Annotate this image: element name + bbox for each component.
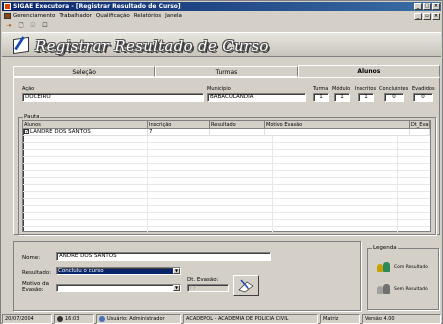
status-time-panel: 16:03 bbox=[54, 314, 94, 324]
turma-label: Turma bbox=[313, 86, 329, 92]
mdi-controls: _ ▫ × bbox=[414, 13, 440, 20]
resultado-label: Resultado: bbox=[22, 270, 52, 276]
menu-bar: Gerenciamento Trabalhador Qualificação R… bbox=[2, 12, 441, 20]
legend-sem-resultado: Sem Resultado bbox=[377, 284, 428, 295]
grid-header: Alunos Inscrição Resultado Motivo Evasão… bbox=[23, 121, 430, 129]
minimize-button[interactable]: _ bbox=[414, 3, 422, 10]
new-document-icon[interactable]: 🗋 bbox=[17, 22, 25, 30]
evadidos-label: Evadidos bbox=[412, 86, 435, 92]
concluintes-field[interactable]: 0 bbox=[384, 93, 404, 102]
users-green-icon bbox=[377, 262, 391, 273]
row-check-icon[interactable]: ✓ bbox=[24, 129, 29, 135]
resultado-value: Concluiu o curso bbox=[58, 268, 104, 274]
tab-selecao[interactable]: Seleção bbox=[13, 66, 156, 77]
cell-motivo bbox=[265, 129, 410, 136]
page-title: Registrar Resultado de Curso bbox=[35, 37, 269, 55]
municipio-field[interactable]: BABACULANDIA bbox=[207, 93, 306, 102]
tab-alunos[interactable]: Alunos bbox=[297, 65, 440, 77]
window-title: SIGAE Executora - [Registrar Resultado d… bbox=[13, 3, 181, 10]
user-icon bbox=[99, 316, 105, 322]
status-unit: Matriz bbox=[320, 314, 360, 324]
modulo-label: Módulo bbox=[332, 86, 351, 92]
acao-field[interactable]: DOCEIRO bbox=[22, 93, 204, 102]
pauta-grid[interactable]: Alunos Inscrição Resultado Motivo Evasão… bbox=[22, 120, 431, 232]
app-icon bbox=[4, 3, 11, 10]
inscritos-field[interactable]: 1 bbox=[358, 93, 374, 102]
evadidos-field[interactable]: 0 bbox=[413, 93, 433, 102]
mdi-close-button[interactable]: × bbox=[432, 13, 440, 20]
concluintes-label: Concluintes bbox=[379, 86, 409, 92]
motivo-select[interactable]: ▼ bbox=[56, 284, 181, 292]
nome-field[interactable]: ANDRE DOS SANTOS bbox=[56, 252, 271, 261]
col-resultado[interactable]: Resultado bbox=[210, 121, 265, 129]
legend-sem-label: Sem Resultado bbox=[394, 287, 428, 292]
toolbar: ⇥ 🗋 ☑ ☐ bbox=[2, 21, 441, 31]
app-window: SIGAE Executora - [Registrar Resultado d… bbox=[0, 0, 443, 324]
motivo-label: Motivo da Evasão: bbox=[22, 281, 50, 293]
col-alunos[interactable]: Alunos bbox=[23, 121, 148, 129]
exit-door-icon[interactable]: ⇥ bbox=[5, 22, 13, 30]
document-icon[interactable] bbox=[4, 13, 11, 19]
inscritos-label: Inscritos bbox=[355, 86, 377, 92]
tab-turmas[interactable]: Turmas bbox=[155, 66, 298, 77]
legend-group: Legenda bbox=[367, 245, 439, 310]
mdi-restore-button[interactable]: ▫ bbox=[423, 13, 431, 20]
dt-evasao-label: Dt. Evasão: bbox=[187, 277, 219, 283]
clock-icon bbox=[57, 316, 63, 322]
col-inscricao[interactable]: Inscrição bbox=[148, 121, 210, 129]
cell-inscricao: 7 bbox=[148, 129, 210, 136]
col-dt-evasao[interactable]: Dt_Evasao bbox=[410, 121, 430, 129]
legend-com-label: Com Resultado bbox=[394, 265, 428, 270]
menu-qualificacao[interactable]: Qualificação bbox=[96, 12, 130, 20]
menu-gerenciamento[interactable]: Gerenciamento bbox=[13, 12, 55, 20]
status-version: Versão 4.00 bbox=[362, 314, 441, 324]
table-row[interactable]: ✓LANDRE DOS SANTOS 7 bbox=[23, 129, 430, 136]
title-bar: SIGAE Executora - [Registrar Resultado d… bbox=[2, 2, 441, 11]
dt-evasao-field[interactable]: / / bbox=[187, 284, 229, 292]
chevron-down-icon[interactable]: ▼ bbox=[173, 268, 180, 274]
status-time: 16:03 bbox=[65, 316, 80, 322]
acao-label: Ação bbox=[22, 86, 35, 92]
empty-box-icon[interactable]: ☐ bbox=[41, 22, 49, 30]
mdi-minimize-button[interactable]: _ bbox=[414, 13, 422, 20]
users-gray-icon bbox=[377, 284, 391, 295]
menu-janela[interactable]: Janela bbox=[165, 12, 182, 20]
pencil-paper-icon bbox=[13, 36, 29, 55]
pencil-paper-icon bbox=[238, 278, 254, 292]
cell-resultado bbox=[210, 129, 265, 136]
maximize-button[interactable]: □ bbox=[423, 3, 431, 10]
checkbox-icon[interactable]: ☑ bbox=[29, 22, 37, 30]
legend-title: Legenda bbox=[372, 245, 398, 252]
status-date: 20/07/2004 bbox=[2, 314, 52, 324]
status-user: Usuário: Administrador bbox=[107, 316, 165, 322]
save-result-button[interactable] bbox=[233, 275, 259, 296]
status-org: ACADEPOL - ACADEMIA DE POLICIA CIVIL bbox=[183, 314, 318, 324]
col-motivo-evasao[interactable]: Motivo Evasão bbox=[265, 121, 410, 129]
nome-label: Nome: bbox=[22, 255, 41, 261]
cell-dt bbox=[410, 129, 430, 136]
legend-com-resultado: Com Resultado bbox=[377, 262, 428, 273]
status-bar: 20/07/2004 16:03 Usuário: Administrador … bbox=[2, 314, 441, 324]
header-banner: Registrar Resultado de Curso bbox=[2, 32, 441, 57]
turma-field[interactable]: 1 bbox=[313, 93, 329, 102]
menu-relatorios[interactable]: Relatórios bbox=[134, 12, 161, 20]
chevron-down-icon[interactable]: ▼ bbox=[173, 285, 180, 291]
status-user-panel: Usuário: Administrador bbox=[96, 314, 181, 324]
modulo-field[interactable]: 1 bbox=[334, 93, 350, 102]
resultado-select[interactable]: Concluiu o curso ▼ bbox=[56, 267, 181, 275]
cell-aluno: LANDRE DOS SANTOS bbox=[30, 129, 91, 135]
municipio-label: Município bbox=[207, 86, 231, 92]
close-button[interactable]: × bbox=[432, 3, 440, 10]
grid-empty-rows bbox=[23, 136, 430, 232]
tab-strip: Seleção Turmas Alunos bbox=[13, 65, 440, 77]
menu-trabalhador[interactable]: Trabalhador bbox=[59, 12, 92, 20]
